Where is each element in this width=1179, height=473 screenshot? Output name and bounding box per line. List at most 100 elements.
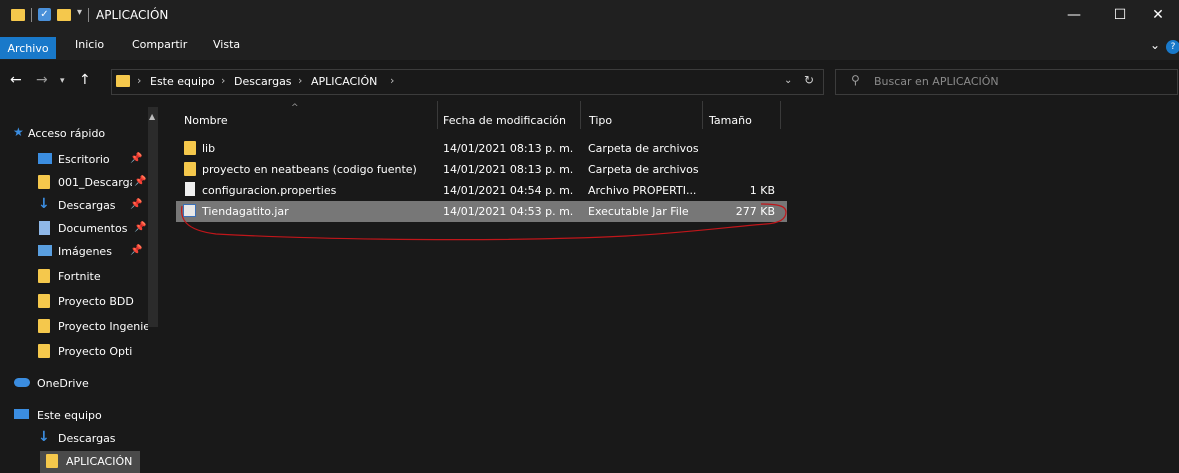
- recent-locations-icon[interactable]: ▾: [60, 76, 65, 86]
- address-bar[interactable]: [111, 69, 824, 95]
- sidebar-item-pc-descargas[interactable]: ↓ Descargas: [0, 428, 148, 450]
- properties-quick-icon[interactable]: ✓: [38, 8, 51, 21]
- sidebar-item-label: 001_Descarga: [58, 176, 132, 189]
- back-icon[interactable]: ←: [10, 72, 22, 88]
- breadcrumb-este-equipo[interactable]: Este equipo: [150, 75, 215, 88]
- title-separator: [31, 8, 32, 22]
- sidebar-item-descargas[interactable]: ↓ Descargas 📌: [0, 195, 148, 217]
- folder-icon: [184, 141, 196, 155]
- file-row-lib[interactable]: lib 14/01/2021 08:13 p. m. Carpeta de ar…: [176, 138, 787, 159]
- sidebar-item-001-descarga[interactable]: 001_Descarga 📌: [0, 172, 148, 194]
- file-type: Carpeta de archivos: [588, 142, 699, 155]
- sidebar-item-label: OneDrive: [37, 377, 89, 390]
- sidebar-scrollbar[interactable]: [148, 107, 158, 327]
- file-date: 14/01/2021 08:13 p. m.: [443, 142, 574, 155]
- sidebar-item-label: Imágenes: [58, 245, 112, 258]
- pin-icon[interactable]: 📌: [130, 245, 142, 256]
- folder-icon: [38, 269, 50, 283]
- minimize-button[interactable]: —: [1051, 0, 1097, 30]
- file-date: 14/01/2021 08:13 p. m.: [443, 163, 574, 176]
- sidebar-item-aplicacion[interactable]: APLICACIÓN: [40, 451, 140, 473]
- sidebar-item-label: Descargas: [58, 199, 116, 212]
- chevron-right-icon: ›: [221, 74, 226, 87]
- sidebar-item-proyecto-bdd[interactable]: Proyecto BDD: [0, 291, 148, 313]
- close-button[interactable]: ✕: [1137, 0, 1179, 30]
- column-separator[interactable]: [580, 101, 581, 129]
- folder-icon: [11, 9, 25, 21]
- sidebar-item-proyecto-opti[interactable]: Proyecto Opti: [0, 341, 148, 363]
- customize-toolbar-icon[interactable]: ▾: [77, 7, 82, 18]
- column-separator[interactable]: [702, 101, 703, 129]
- search-icon: ⚲: [851, 73, 860, 87]
- sidebar-item-label: Documentos: [58, 222, 128, 235]
- sort-indicator-icon: ^: [291, 103, 299, 113]
- scroll-up-icon[interactable]: ▲: [149, 112, 155, 121]
- tab-inicio[interactable]: Inicio: [75, 38, 104, 51]
- images-icon: [38, 245, 52, 256]
- file-row-proyecto[interactable]: proyecto en neatbeans (codigo fuente) 14…: [176, 159, 787, 180]
- download-icon: ↓: [38, 196, 50, 212]
- folder-icon: [38, 294, 50, 308]
- column-header-tipo[interactable]: Tipo: [589, 114, 612, 127]
- title-separator-2: [88, 8, 89, 22]
- search-placeholder: Buscar en APLICACIÓN: [874, 75, 999, 88]
- help-icon[interactable]: ?: [1166, 40, 1179, 54]
- sidebar-item-label: Descargas: [58, 432, 116, 445]
- column-header-nombre[interactable]: Nombre: [184, 114, 228, 127]
- pin-icon[interactable]: 📌: [134, 176, 146, 187]
- sidebar-item-este-equipo[interactable]: Este equipo: [0, 405, 148, 427]
- folder-icon: [184, 162, 196, 176]
- chevron-right-icon: ›: [298, 74, 303, 87]
- column-header-tamano[interactable]: Tamaño: [709, 114, 752, 127]
- sidebar-item-label: Fortnite: [58, 270, 101, 283]
- sidebar-item-label: Proyecto Opti: [58, 345, 133, 358]
- file-name: proyecto en neatbeans (codigo fuente): [202, 163, 417, 176]
- desktop-icon: [38, 153, 52, 164]
- star-icon: ★: [13, 125, 24, 139]
- red-annotation-outline: [180, 203, 787, 241]
- file-name: lib: [202, 142, 216, 155]
- file-type: Carpeta de archivos: [588, 163, 699, 176]
- sidebar-item-fortnite[interactable]: Fortnite: [0, 266, 148, 288]
- tab-compartir[interactable]: Compartir: [132, 38, 187, 51]
- folder-icon: [38, 175, 50, 189]
- sidebar-item-imagenes[interactable]: Imágenes 📌: [0, 241, 148, 263]
- sidebar-quick-access[interactable]: Acceso rápido: [28, 127, 105, 140]
- column-separator[interactable]: [780, 101, 781, 129]
- sidebar-item-label: Proyecto Ingenie: [58, 320, 148, 333]
- pin-icon[interactable]: 📌: [134, 222, 146, 233]
- folder-icon: [38, 344, 50, 358]
- new-folder-quick-icon[interactable]: [57, 9, 71, 21]
- tab-vista[interactable]: Vista: [213, 38, 240, 51]
- download-icon: ↓: [38, 429, 50, 445]
- chevron-right-icon: ›: [390, 74, 395, 87]
- refresh-icon[interactable]: ↻: [804, 73, 814, 87]
- breadcrumb-descargas[interactable]: Descargas: [234, 75, 292, 88]
- expand-ribbon-icon[interactable]: ⌄: [1150, 38, 1160, 52]
- sidebar-item-label: Escritorio: [58, 153, 110, 166]
- file-icon: [185, 182, 195, 196]
- sidebar-item-proyecto-ingenie[interactable]: Proyecto Ingenie: [0, 316, 148, 338]
- folder-icon: [116, 75, 130, 87]
- column-header-fecha[interactable]: Fecha de modificación: [443, 114, 566, 127]
- breadcrumb-aplicacion[interactable]: APLICACIÓN: [311, 75, 377, 88]
- column-separator[interactable]: [437, 101, 438, 129]
- sidebar-item-onedrive[interactable]: OneDrive: [0, 373, 148, 395]
- pin-icon[interactable]: 📌: [130, 199, 142, 210]
- documents-icon: [39, 221, 50, 235]
- sidebar-item-label: Este equipo: [37, 409, 102, 422]
- tab-archivo[interactable]: Archivo: [0, 37, 56, 59]
- folder-icon: [38, 319, 50, 333]
- address-dropdown-icon[interactable]: ⌄: [784, 75, 792, 86]
- sidebar-item-documentos[interactable]: Documentos 📌: [0, 218, 148, 240]
- sidebar-item-escritorio[interactable]: Escritorio 📌: [0, 149, 148, 171]
- sidebar-item-label: Proyecto BDD: [58, 295, 134, 308]
- pin-icon[interactable]: 📌: [130, 153, 142, 164]
- title-bar: [0, 0, 1179, 30]
- sidebar-item-label: APLICACIÓN: [66, 455, 133, 468]
- forward-icon[interactable]: →: [36, 72, 48, 88]
- computer-icon: [14, 409, 29, 419]
- folder-icon: [46, 454, 58, 468]
- cloud-icon: [14, 378, 30, 387]
- up-icon[interactable]: ↑: [79, 72, 91, 88]
